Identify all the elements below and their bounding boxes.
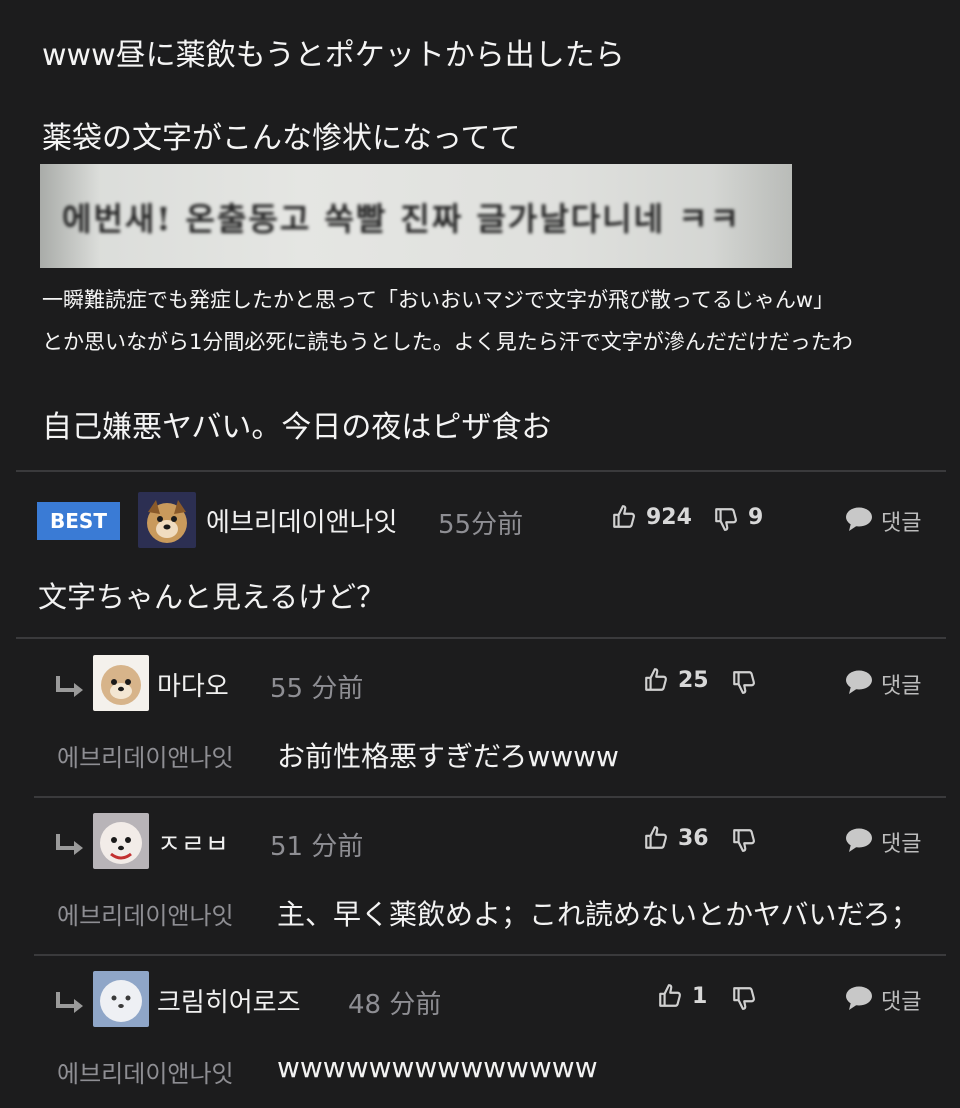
comment-time: 55分前: [438, 510, 524, 540]
thumbs-down-icon[interactable]: [713, 506, 739, 536]
comment-username[interactable]: 마다오: [157, 666, 229, 703]
post-line-1: www昼に薬飲もうとポケットから出したら: [42, 38, 625, 73]
divider: [16, 470, 946, 472]
avatar[interactable]: [93, 655, 149, 711]
reply-button[interactable]: 댓글: [881, 668, 921, 700]
divider: [34, 954, 946, 956]
reply-arrow-icon: [54, 674, 86, 704]
comment-text: お前性格悪すぎだろwwww: [277, 740, 619, 773]
divider: [34, 796, 946, 798]
comment-time: 51 分前: [270, 832, 364, 862]
dislike-count: 9: [748, 505, 764, 530]
thumbs-up-icon[interactable]: [657, 983, 683, 1013]
reply-button[interactable]: 댓글: [881, 505, 921, 537]
post-line-2: 薬袋の文字がこんな惨状になってて: [42, 121, 521, 156]
divider: [16, 637, 946, 639]
comment-bubble-icon[interactable]: [845, 827, 873, 857]
avatar[interactable]: [93, 813, 149, 869]
post-line-3: 一瞬難読症でも発症したかと思って「おいおいマジで文字が飛び散ってるじゃんw」: [42, 288, 835, 312]
like-count: 924: [646, 505, 692, 530]
like-count: 25: [678, 668, 709, 693]
thumbs-down-icon[interactable]: [731, 985, 757, 1015]
reply-arrow-icon: [54, 832, 86, 862]
thumbs-up-icon[interactable]: [611, 504, 637, 534]
post-line-5: 自己嫌悪ヤバい。今日の夜はピザ食お: [42, 410, 552, 445]
comment-time: 55 分前: [270, 674, 364, 704]
comment-bubble-icon[interactable]: [845, 506, 873, 536]
like-count: 1: [692, 984, 708, 1009]
thumbs-down-icon[interactable]: [731, 669, 757, 699]
blurred-medicine-bag-photo: 에번새! 온출동고 쏙빨 진짜 글가날다니네 ㅋㅋ: [40, 164, 792, 268]
thumbs-up-icon[interactable]: [643, 825, 669, 855]
comment-bubble-icon[interactable]: [845, 985, 873, 1015]
thumbs-up-icon[interactable]: [643, 667, 669, 697]
post-line-4: とか思いながら1分間必死に読もうとした。よく見たら汗で文字が滲んだだけだったわ: [42, 330, 853, 354]
comment-username[interactable]: 크림히어로즈: [157, 982, 301, 1019]
reply-arrow-icon: [54, 990, 86, 1020]
photo-blurred-text: 에번새! 온출동고 쏙빨 진짜 글가날다니네 ㅋㅋ: [62, 200, 742, 238]
best-badge: BEST: [37, 502, 120, 540]
like-count: 36: [678, 826, 709, 851]
comment-text: 文字ちゃんと見えるけど？: [38, 580, 386, 614]
comment-text: 主、早く薬飲めよ；これ読めないとかヤバいだろ；: [277, 898, 919, 931]
mention-username[interactable]: 에브리데이앤나잇: [57, 896, 234, 931]
comment-text: wwwwwwwwwwwwww: [277, 1051, 598, 1084]
thumbs-down-icon[interactable]: [731, 827, 757, 857]
comment-time: 48 分前: [348, 990, 442, 1020]
avatar[interactable]: [93, 971, 149, 1027]
comment-username[interactable]: ㅈㄹㅂ: [157, 824, 229, 861]
mention-username[interactable]: 에브리데이앤나잇: [57, 1054, 234, 1089]
comment-bubble-icon[interactable]: [845, 669, 873, 699]
comment-username[interactable]: 에브리데이앤나잇: [206, 502, 397, 539]
reply-button[interactable]: 댓글: [881, 826, 921, 858]
mention-username[interactable]: 에브리데이앤나잇: [57, 738, 234, 773]
avatar[interactable]: [138, 492, 196, 548]
reply-button[interactable]: 댓글: [881, 984, 921, 1016]
